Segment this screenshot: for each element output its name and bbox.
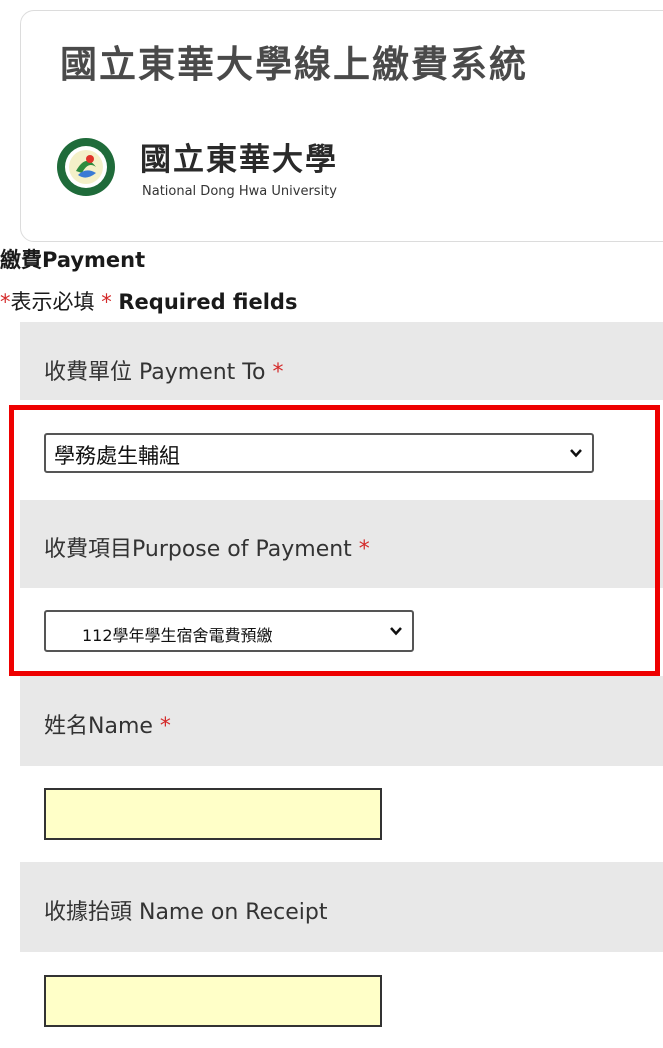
name-label-text: 姓名Name (44, 714, 153, 739)
required-note-cn: 表示必填 (10, 290, 95, 314)
page-title: 國立東華大學線上繳費系統 (60, 43, 528, 86)
name-input[interactable] (44, 788, 382, 840)
receipt-label: 收據抬頭 Name on Receipt (44, 900, 328, 925)
required-star: * (272, 360, 284, 385)
purpose-label-text: 收費項目Purpose of Payment (44, 537, 352, 562)
required-star: * (0, 290, 11, 314)
required-note-en: Required fields (118, 290, 298, 314)
required-star: * (159, 714, 171, 739)
payment-to-selected-value: 學務處生輔組 (54, 444, 180, 468)
purpose-select[interactable]: 112學年學生宿舍電費預繳 (44, 610, 414, 652)
payment-to-label: 收費單位 Payment To * (44, 354, 283, 386)
required-star: * (358, 537, 370, 562)
receipt-name-input[interactable] (44, 975, 382, 1027)
logo-chinese-text: 國立東華大學 (140, 142, 338, 178)
payment-to-select[interactable]: 學務處生輔組 (44, 433, 594, 473)
purpose-selected-value: 112學年學生宿舍電費預繳 (82, 626, 273, 645)
logo-english-text: National Dong Hwa University (142, 184, 337, 199)
university-logo-icon (57, 138, 115, 196)
purpose-label: 收費項目Purpose of Payment * (44, 531, 370, 563)
chevron-down-icon (390, 627, 402, 636)
payment-to-label-text: 收費單位 Payment To (44, 360, 266, 385)
name-label: 姓名Name * (44, 708, 171, 740)
required-note: *表示必填 * Required fields (0, 286, 297, 316)
form-heading: 繳費Payment (0, 248, 146, 272)
chevron-down-icon (570, 449, 582, 458)
required-star: * (101, 290, 112, 314)
